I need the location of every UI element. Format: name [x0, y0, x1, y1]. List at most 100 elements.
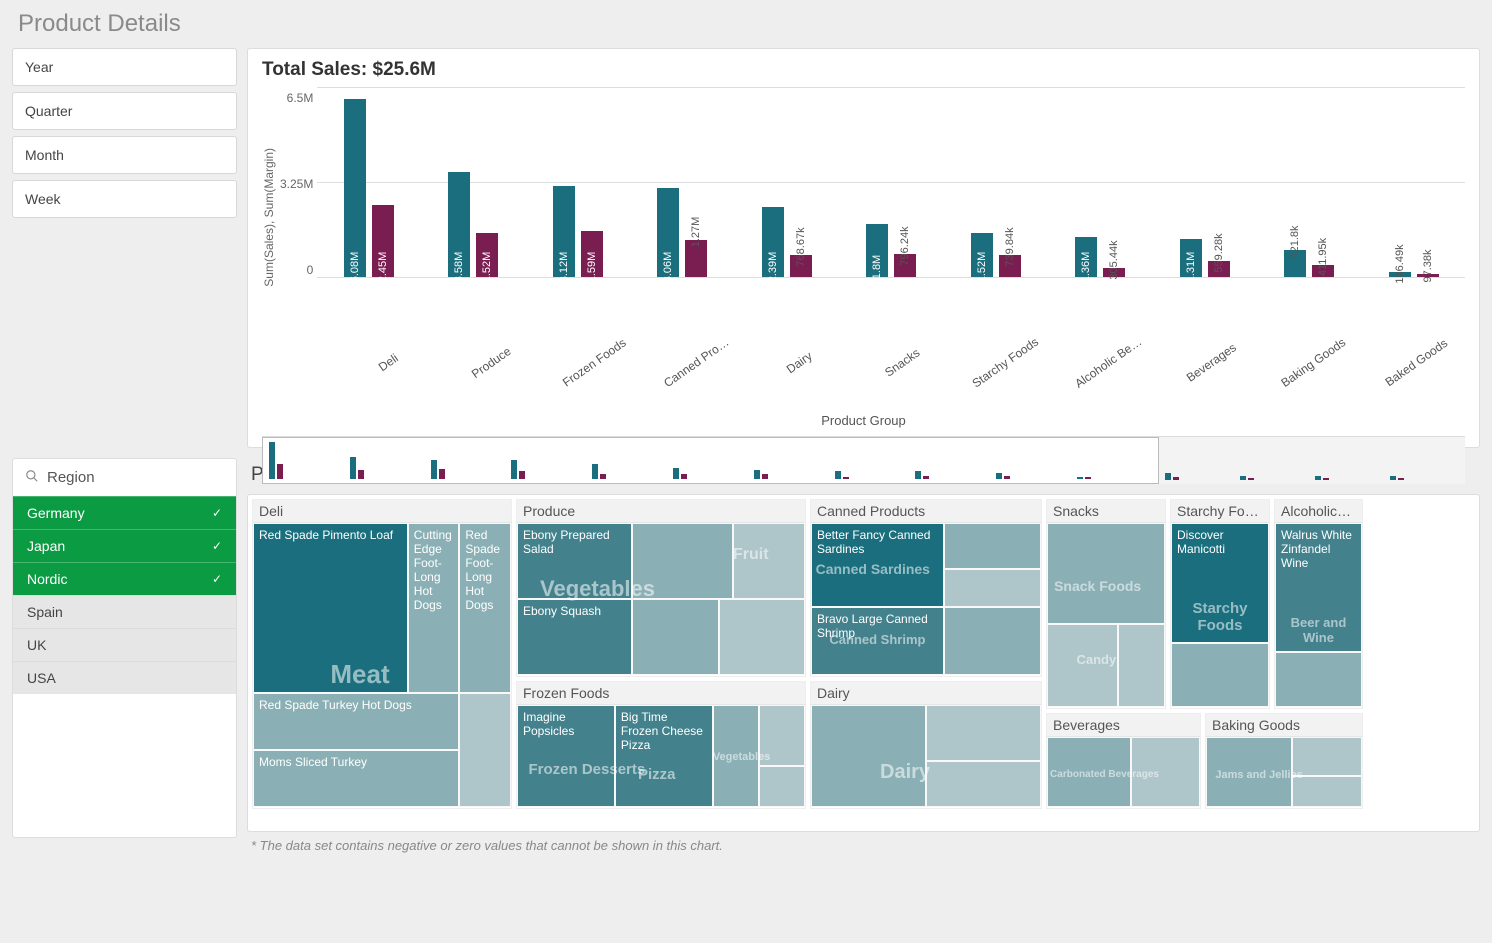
sales-bar[interactable]: 6.08M — [344, 99, 366, 277]
treemap-cell[interactable] — [759, 705, 805, 766]
treemap-cell[interactable] — [1047, 737, 1131, 807]
treemap-group-header[interactable]: Starchy Fo… — [1171, 500, 1269, 523]
treemap-group-header[interactable]: Frozen Foods — [517, 682, 805, 705]
treemap-group-starchy[interactable]: Starchy Fo… Discover Manicotti Starchy F… — [1170, 499, 1270, 709]
check-icon: ✓ — [212, 539, 222, 553]
treemap-group-header[interactable]: Baking Goods — [1206, 714, 1362, 737]
treemap-cell[interactable] — [1206, 737, 1292, 807]
treemap-group-alcoholic[interactable]: Alcoholic… Walrus White Zinfandel Wine B… — [1274, 499, 1363, 709]
treemap-group-beverages[interactable]: Beverages Carbonated Beverages — [1046, 713, 1201, 809]
treemap-group-canned[interactable]: Canned Products Better Fancy Canned Sard… — [810, 499, 1042, 677]
treemap-cell[interactable] — [713, 705, 759, 807]
margin-bar[interactable]: 559.28k — [1208, 261, 1230, 277]
sales-bar[interactable]: 1.31M — [1180, 239, 1202, 277]
treemap-cell[interactable] — [632, 599, 718, 675]
treemap-cell[interactable] — [944, 607, 1041, 675]
region-item-uk[interactable]: UK — [13, 628, 236, 661]
margin-bar[interactable]: 739.84k — [999, 255, 1021, 277]
region-item-spain[interactable]: Spain — [13, 595, 236, 628]
bar-value-label: 559.28k — [1213, 233, 1225, 272]
margin-bar[interactable]: 305.44k — [1103, 268, 1125, 277]
treemap-group-header[interactable]: Dairy — [811, 682, 1041, 705]
sales-bar[interactable]: 1.52M — [971, 233, 993, 277]
treemap-cell[interactable] — [1131, 737, 1200, 807]
region-item-japan[interactable]: Japan✓ — [13, 529, 236, 562]
filter-quarter[interactable]: Quarter — [12, 92, 237, 130]
treemap-cell[interactable] — [1292, 776, 1362, 808]
treemap-cell[interactable]: Red Spade Foot-Long Hot Dogs — [459, 523, 511, 693]
treemap-cell[interactable]: Imagine Popsicles — [517, 705, 615, 807]
treemap-cell[interactable]: Walrus White Zinfandel Wine — [1275, 523, 1362, 652]
sales-bar[interactable]: 186.49k — [1389, 272, 1411, 277]
region-item-germany[interactable]: Germany✓ — [13, 496, 236, 529]
margin-bar[interactable]: 411.95k — [1312, 265, 1334, 277]
bar-value-label: 768.67k — [795, 227, 807, 266]
margin-bar[interactable]: 97.38k — [1417, 274, 1439, 277]
treemap-cell[interactable] — [944, 523, 1041, 569]
region-item-nordic[interactable]: Nordic✓ — [13, 562, 236, 595]
treemap-group-dairy[interactable]: Dairy Dairy — [810, 681, 1042, 809]
treemap-cell[interactable]: Moms Sliced Turkey — [253, 750, 459, 807]
treemap-cell[interactable]: Ebony Squash — [517, 599, 632, 675]
treemap-cell[interactable] — [1118, 624, 1165, 707]
treemap-cell[interactable]: Discover Manicotti — [1171, 523, 1269, 643]
sales-bar[interactable]: 921.8k — [1284, 250, 1306, 277]
treemap-group-header[interactable]: Beverages — [1047, 714, 1200, 737]
sales-bar[interactable]: 2.39M — [762, 207, 784, 277]
treemap-cell[interactable] — [926, 761, 1041, 807]
treemap-group-header[interactable]: Snacks — [1047, 500, 1165, 523]
filter-year[interactable]: Year — [12, 48, 237, 86]
treemap-cell[interactable]: Bravo Large Canned Shrimp — [811, 607, 944, 675]
treemap-cell[interactable]: Cutting Edge Foot-Long Hot Dogs — [408, 523, 460, 693]
treemap-cell[interactable] — [1275, 652, 1362, 707]
treemap-cell[interactable]: Red Spade Turkey Hot Dogs — [253, 693, 459, 750]
sales-bar[interactable]: 3.06M — [657, 188, 679, 277]
treemap-cell[interactable] — [759, 766, 805, 807]
bar-group: 1.31M 559.28k — [1161, 239, 1248, 277]
margin-bar[interactable]: 1.59M — [581, 231, 603, 277]
treemap-cell[interactable]: Ebony Prepared Salad — [517, 523, 632, 599]
treemap-group-header[interactable]: Alcoholic… — [1275, 500, 1362, 523]
margin-bar[interactable]: 1.27M — [685, 240, 707, 277]
search-icon[interactable] — [25, 469, 39, 486]
margin-bar[interactable]: 796.24k — [894, 254, 916, 277]
margin-bar[interactable]: 1.52M — [476, 233, 498, 277]
bar-value-label: 796.24k — [899, 226, 911, 265]
sales-bar[interactable]: 1.8M — [866, 224, 888, 277]
sales-bar[interactable]: 3.58M — [448, 172, 470, 277]
treemap-cell[interactable] — [944, 569, 1041, 607]
treemap-cell[interactable] — [1047, 523, 1165, 624]
treemap-cell[interactable]: Better Fancy Canned Sardines — [811, 523, 944, 607]
treemap-cell[interactable] — [1292, 737, 1362, 776]
region-item-usa[interactable]: USA — [13, 661, 236, 694]
treemap-cell[interactable] — [926, 705, 1041, 761]
treemap-cell[interactable] — [811, 705, 926, 807]
bar-value-label: 3.06M — [662, 252, 674, 283]
treemap-cell[interactable] — [632, 523, 733, 599]
plot-area[interactable]: 6.08M 2.45M 3.58M 1.52M 3.12M 1.59M 3.06M 1.27M… — [317, 87, 1465, 277]
margin-bar[interactable]: 768.67k — [790, 255, 812, 277]
treemap-cell[interactable] — [459, 693, 511, 807]
sales-bar[interactable]: 3.12M — [553, 186, 575, 277]
treemap-group-produce[interactable]: Produce Ebony Prepared Salad Ebony Squas… — [516, 499, 806, 677]
treemap-group-snacks[interactable]: Snacks Snack Foods Candy — [1046, 499, 1166, 709]
filter-week[interactable]: Week — [12, 180, 237, 218]
treemap-group-frozen[interactable]: Frozen Foods Imagine Popsicles Big Time … — [516, 681, 806, 809]
treemap-cell[interactable] — [719, 599, 805, 675]
treemap-cell[interactable] — [1047, 624, 1118, 707]
treemap-group-baking[interactable]: Baking Goods Jams and Jellies — [1205, 713, 1363, 809]
bar-chart-overview[interactable] — [262, 436, 1465, 484]
treemap-cell[interactable]: Big Time Frozen Cheese Pizza — [615, 705, 713, 807]
sales-bar[interactable]: 1.36M — [1075, 237, 1097, 277]
treemap-group-deli[interactable]: Deli Red Spade Pimento Loaf Cutting Edge… — [252, 499, 512, 809]
filter-month[interactable]: Month — [12, 136, 237, 174]
treemap-cell[interactable] — [733, 523, 805, 599]
margin-bar[interactable]: 2.45M — [372, 205, 394, 277]
bar-group: 3.06M 1.27M — [639, 188, 726, 277]
treemap-cell[interactable]: Red Spade Pimento Loaf — [253, 523, 408, 693]
treemap-cell[interactable] — [1171, 643, 1269, 707]
treemap-group-header[interactable]: Deli — [253, 500, 511, 523]
treemap-group-header[interactable]: Produce — [517, 500, 805, 523]
treemap-group-header[interactable]: Canned Products — [811, 500, 1041, 523]
treemap-panel[interactable]: Deli Red Spade Pimento Loaf Cutting Edge… — [247, 494, 1480, 832]
